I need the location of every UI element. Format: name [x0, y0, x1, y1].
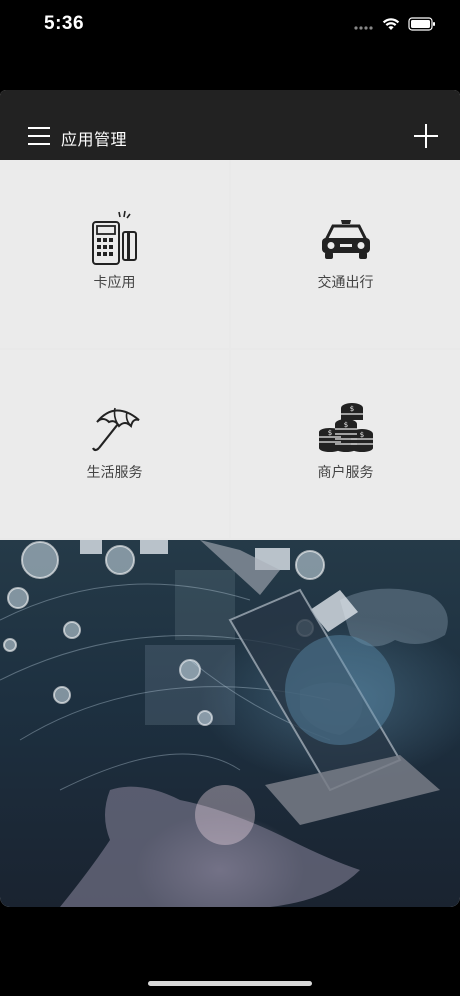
tile-label: 交通出行 [317, 275, 374, 291]
svg-text:$: $ [343, 421, 347, 429]
status-bar: 5:36 [0, 0, 460, 50]
battery-icon [408, 16, 436, 35]
coins-icon: $ $ $ $ [316, 398, 376, 458]
nav-bar: 应用管理 [0, 90, 460, 160]
status-time: 5:36 [44, 13, 85, 34]
home-indicator [148, 981, 312, 986]
tile-life-services[interactable]: 生活服务 [0, 350, 229, 538]
svg-text:$: $ [359, 431, 363, 439]
page-title: 应用管理 [61, 130, 128, 149]
umbrella-icon [85, 398, 145, 458]
status-icons [354, 16, 436, 35]
taxi-icon [316, 208, 376, 268]
tile-label: 卡应用 [93, 275, 136, 291]
tile-label: 生活服务 [86, 465, 143, 481]
tile-merchant-services[interactable]: $ $ $ $ 商户服务 [231, 350, 460, 538]
signal-icon [354, 16, 374, 35]
tile-label: 商户服务 [317, 465, 374, 481]
pos-card-icon [85, 208, 145, 268]
tile-card-apps[interactable]: 卡应用 [0, 160, 229, 348]
wifi-icon [382, 16, 400, 35]
banner-artwork [0, 540, 448, 907]
add-icon[interactable] [414, 124, 438, 148]
tile-transport[interactable]: 交通出行 [231, 160, 460, 348]
svg-text:$: $ [349, 405, 353, 413]
menu-icon[interactable] [28, 127, 50, 145]
svg-text:$: $ [327, 429, 331, 437]
app-frame: 应用管理 卡应用 交通出行 生活服务 $ $ $ $ 商户服务 [0, 90, 460, 907]
promo-banner[interactable] [0, 540, 460, 907]
app-grid: 卡应用 交通出行 生活服务 $ $ $ $ 商户服务 [0, 160, 460, 539]
